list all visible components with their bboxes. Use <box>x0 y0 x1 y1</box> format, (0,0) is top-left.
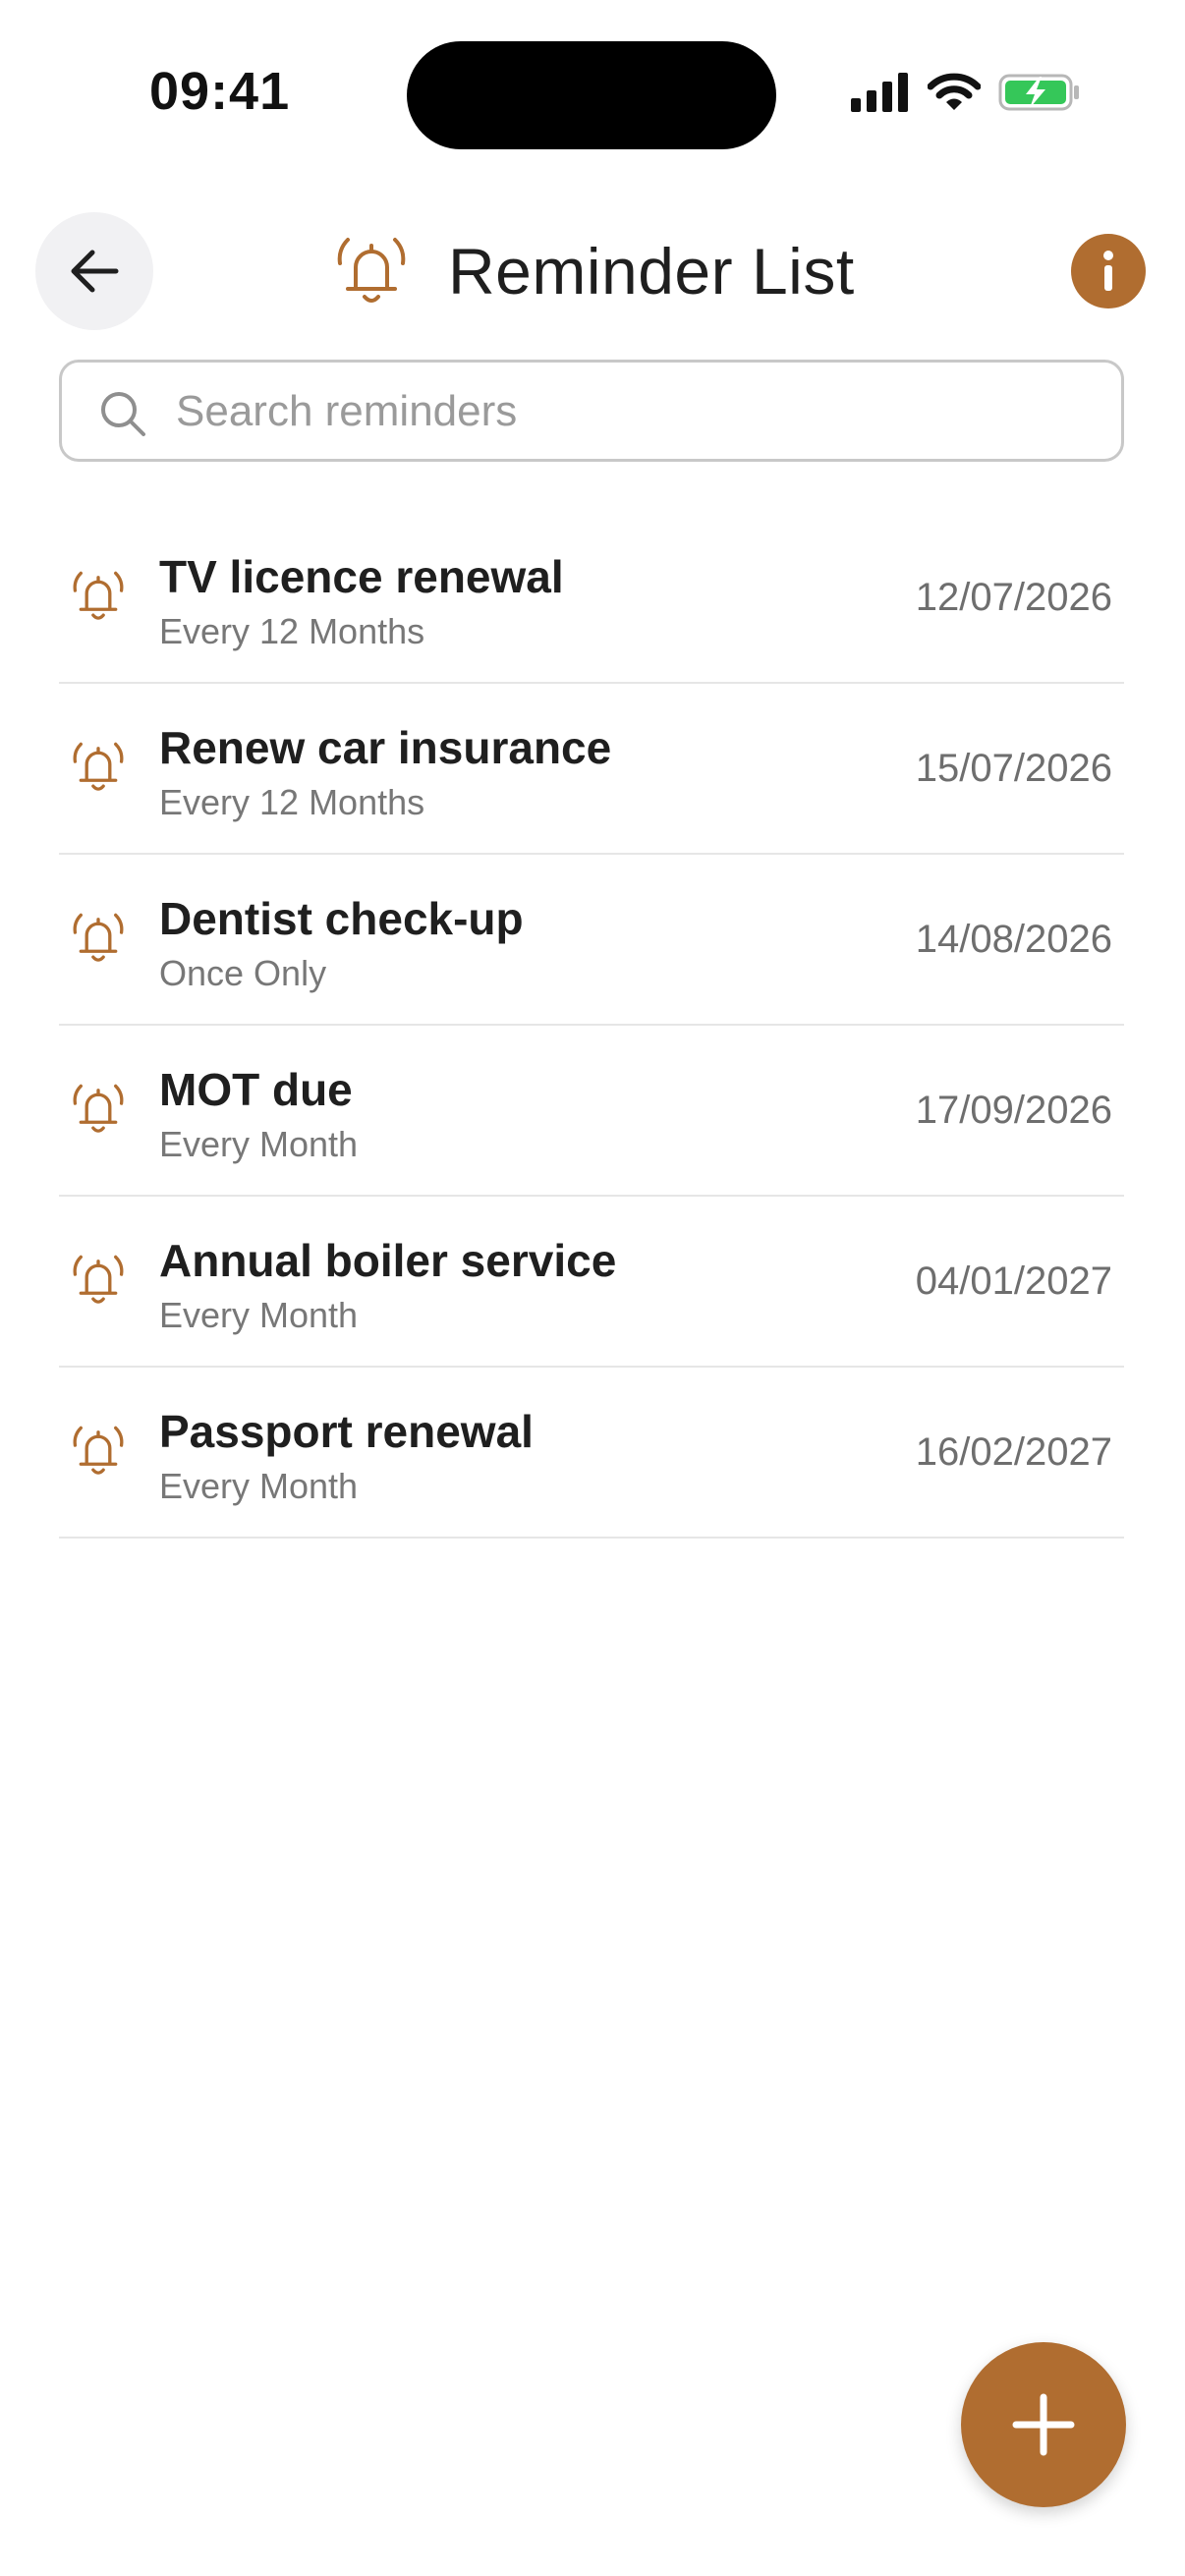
reminder-row[interactable]: Renew car insurance Every 12 Months 15/0… <box>59 684 1124 855</box>
reminder-frequency: Every Month <box>159 1466 359 1506</box>
status-icons <box>851 73 1081 112</box>
bell-ringing-icon <box>73 571 124 620</box>
reminder-title: Renew car insurance <box>159 722 612 773</box>
bell-ringing-icon <box>73 913 124 962</box>
info-button[interactable] <box>1071 234 1146 308</box>
dynamic-island <box>407 41 776 149</box>
reminder-row[interactable]: MOT due Every Month 17/09/2026 <box>59 1026 1124 1197</box>
search-input[interactable] <box>174 376 1101 447</box>
reminder-list: TV licence renewal Every 12 Months 12/07… <box>59 513 1124 1539</box>
reminder-frequency: Every Month <box>159 1295 359 1335</box>
reminder-frequency: Once Only <box>159 953 327 993</box>
reminder-frequency: Every 12 Months <box>159 782 425 822</box>
reminder-title: MOT due <box>159 1064 353 1115</box>
page-title: Reminder List <box>448 235 855 308</box>
plus-icon <box>1012 2393 1075 2456</box>
status-bar: 09:41 <box>0 0 1185 187</box>
reminder-date: 14/08/2026 <box>915 918 1112 961</box>
back-button[interactable] <box>35 212 153 330</box>
add-reminder-button[interactable] <box>961 2342 1126 2507</box>
reminder-frequency: Every 12 Months <box>159 611 425 651</box>
reminder-date: 04/01/2027 <box>915 1260 1112 1303</box>
reminder-date: 17/09/2026 <box>915 1089 1112 1132</box>
reminder-frequency: Every Month <box>159 1124 359 1164</box>
reminder-title: TV licence renewal <box>159 551 564 602</box>
search-box[interactable] <box>59 360 1124 462</box>
bell-ringing-icon <box>73 1426 124 1475</box>
header: Reminder List <box>0 210 1185 332</box>
signal-icon <box>851 73 908 112</box>
reminder-row[interactable]: Annual boiler service Every Month 04/01/… <box>59 1197 1124 1368</box>
search-icon <box>101 392 145 436</box>
reminder-row[interactable]: Passport renewal Every Month 16/02/2027 <box>59 1368 1124 1539</box>
reminder-row[interactable]: Dentist check-up Once Only 14/08/2026 <box>59 855 1124 1026</box>
bell-ringing-icon <box>73 1255 124 1304</box>
bell-ringing-icon <box>73 742 124 791</box>
reminder-row[interactable]: TV licence renewal Every 12 Months 12/07… <box>59 513 1124 684</box>
wifi-icon <box>928 73 981 110</box>
reminder-title: Annual boiler service <box>159 1235 617 1286</box>
header-title-group: Reminder List <box>334 232 855 310</box>
bell-ringing-icon <box>73 1084 124 1133</box>
reminder-date: 12/07/2026 <box>915 576 1112 619</box>
bell-ringing-icon <box>337 238 406 303</box>
info-icon <box>1103 251 1113 291</box>
status-time: 09:41 <box>149 62 291 121</box>
reminder-date: 15/07/2026 <box>915 747 1112 790</box>
reminder-title: Passport renewal <box>159 1406 534 1457</box>
reminder-title: Dentist check-up <box>159 893 524 944</box>
battery-charging-icon <box>998 74 1079 111</box>
reminder-date: 16/02/2027 <box>915 1430 1112 1474</box>
arrow-left-icon <box>71 250 119 293</box>
